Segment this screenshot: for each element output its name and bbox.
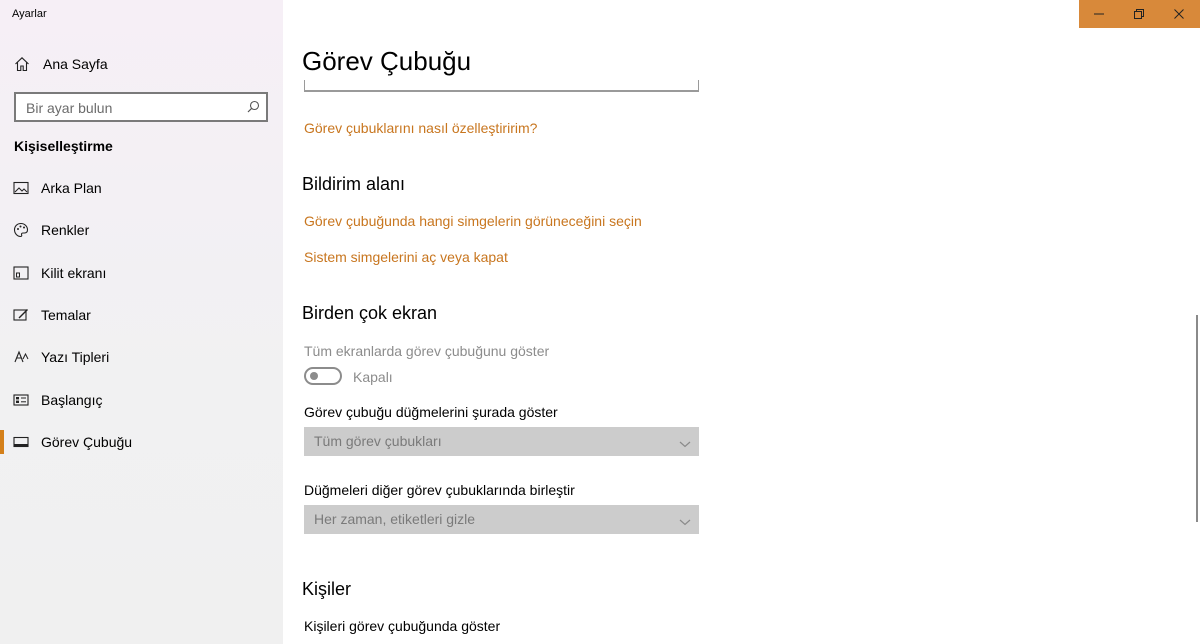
settings-window: Ayarlar Ana Sayfa Kişiselleştirme Arka P…: [0, 0, 1200, 644]
dropdown-value: Tüm görev çubukları: [314, 433, 442, 449]
minimize-button[interactable]: [1079, 0, 1119, 28]
sidebar-item-label: Arka Plan: [41, 180, 102, 196]
clipped-setting-box: [304, 80, 699, 92]
sidebar-section-title: Kişiselleştirme: [14, 138, 113, 154]
sidebar-item-label: Temalar: [41, 307, 91, 323]
sidebar-item-label: Başlangıç: [41, 392, 103, 408]
sidebar-item-home[interactable]: Ana Sayfa: [0, 50, 283, 78]
sidebar-item-label: Yazı Tipleri: [41, 349, 110, 365]
people-heading: Kişiler: [302, 579, 352, 599]
sidebar-item-taskbar[interactable]: Görev Çubuğu: [0, 426, 283, 458]
show-people-label: Kişileri görev çubuğunda göster: [304, 618, 501, 634]
system-icons-link[interactable]: Sistem simgelerini aç veya kapat: [304, 249, 508, 265]
page-title: Görev Çubuğu: [302, 46, 472, 76]
home-icon: [14, 56, 30, 72]
select-icons-link[interactable]: Görev çubuğunda hangi simgelerin görünec…: [304, 213, 642, 229]
restore-button[interactable]: [1119, 0, 1159, 28]
close-icon: [1174, 9, 1184, 19]
sidebar-item-label: Ana Sayfa: [43, 56, 108, 72]
font-icon: [13, 349, 29, 365]
sidebar-item-label: Renkler: [41, 222, 90, 238]
window-controls: [1079, 0, 1200, 28]
notification-area-heading: Bildirim alanı: [302, 174, 406, 194]
sidebar-item-label: Görev Çubuğu: [41, 434, 133, 450]
lock-screen-icon: [13, 265, 29, 281]
palette-icon: [13, 222, 29, 238]
search-input[interactable]: [24, 98, 243, 118]
minimize-icon: [1094, 13, 1104, 15]
close-button[interactable]: [1159, 0, 1199, 28]
multiple-displays-heading: Birden çok ekran: [302, 303, 438, 323]
active-indicator: [0, 430, 4, 454]
sidebar-item-fonts[interactable]: Yazı Tipleri: [0, 341, 283, 373]
sidebar-item-background[interactable]: Arka Plan: [0, 172, 283, 204]
search-icon[interactable]: [247, 100, 260, 113]
toggle-knob: [310, 372, 318, 380]
app-title: Ayarlar: [12, 8, 47, 20]
show-buttons-dropdown[interactable]: Tüm görev çubukları: [304, 427, 699, 456]
toggle-state-label: Kapalı: [353, 369, 393, 385]
chevron-down-icon: [679, 514, 691, 526]
sidebar-item-start[interactable]: Başlangıç: [0, 384, 283, 416]
combine-buttons-dropdown[interactable]: Her zaman, etiketleri gizle: [304, 505, 699, 534]
customize-taskbar-link[interactable]: Görev çubuklarını nasıl özelleştiririm?: [304, 120, 537, 136]
search-box: [14, 92, 268, 122]
sidebar-item-label: Kilit ekranı: [41, 265, 107, 281]
themes-icon: [13, 307, 29, 323]
restore-icon: [1134, 9, 1144, 19]
sidebar-item-colors[interactable]: Renkler: [0, 214, 283, 246]
start-icon: [13, 392, 29, 408]
show-buttons-label: Görev çubuğu düğmelerini şurada göster: [304, 404, 558, 420]
show-on-all-displays-label: Tüm ekranlarda görev çubuğunu göster: [304, 343, 550, 359]
background-image-icon: [13, 180, 29, 196]
show-on-all-displays-toggle[interactable]: [304, 367, 342, 385]
taskbar-icon: [13, 434, 29, 450]
sidebar-item-themes[interactable]: Temalar: [0, 299, 283, 331]
main-content: Görev Çubuğu Görev çubuklarını nasıl öze…: [283, 0, 1200, 644]
sidebar-item-lock-screen[interactable]: Kilit ekranı: [0, 257, 283, 289]
combine-buttons-label: Düğmeleri diğer görev çubuklarında birle…: [304, 482, 575, 498]
sidebar: Ayarlar Ana Sayfa Kişiselleştirme Arka P…: [0, 0, 283, 644]
scrollbar-thumb[interactable]: [1196, 315, 1198, 522]
chevron-down-icon: [679, 436, 691, 448]
dropdown-value: Her zaman, etiketleri gizle: [314, 511, 476, 527]
